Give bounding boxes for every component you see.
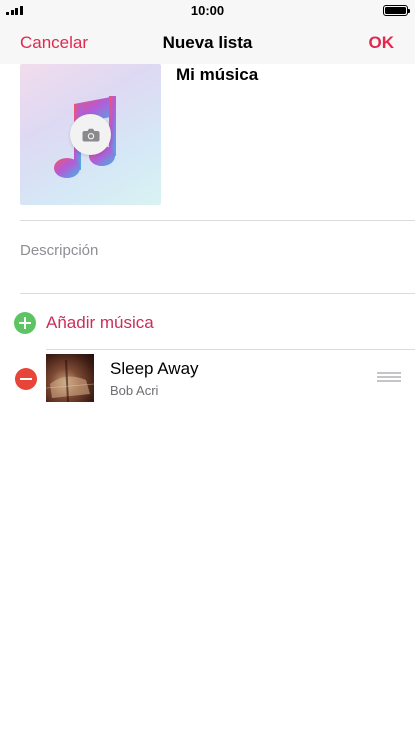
song-artwork — [46, 354, 94, 402]
camera-button[interactable] — [70, 114, 111, 155]
add-circle-icon — [14, 312, 36, 334]
description-field[interactable]: Descripción — [20, 242, 98, 259]
status-bar: 10:00 — [0, 0, 415, 22]
remove-circle-icon[interactable] — [15, 368, 37, 390]
add-music-button[interactable]: Añadir música — [14, 310, 154, 336]
status-time: 10:00 — [190, 3, 225, 18]
navigation-bar: Cancelar Nueva lista OK — [0, 22, 415, 64]
playlist-artwork[interactable] — [20, 64, 161, 205]
battery-icon — [383, 5, 410, 16]
camera-icon — [82, 128, 99, 141]
reorder-handle-icon[interactable] — [377, 372, 401, 384]
cancel-button[interactable]: Cancelar — [20, 33, 88, 53]
song-artist: Bob Acri — [110, 383, 159, 398]
ok-button[interactable]: OK — [369, 33, 395, 53]
playlist-name-field[interactable]: Mi música — [176, 65, 258, 85]
add-music-label: Añadir música — [46, 313, 154, 332]
song-row[interactable]: Sleep Away Bob Acri — [0, 350, 415, 406]
divider — [20, 293, 415, 294]
divider — [20, 220, 415, 221]
song-title: Sleep Away — [110, 359, 199, 378]
